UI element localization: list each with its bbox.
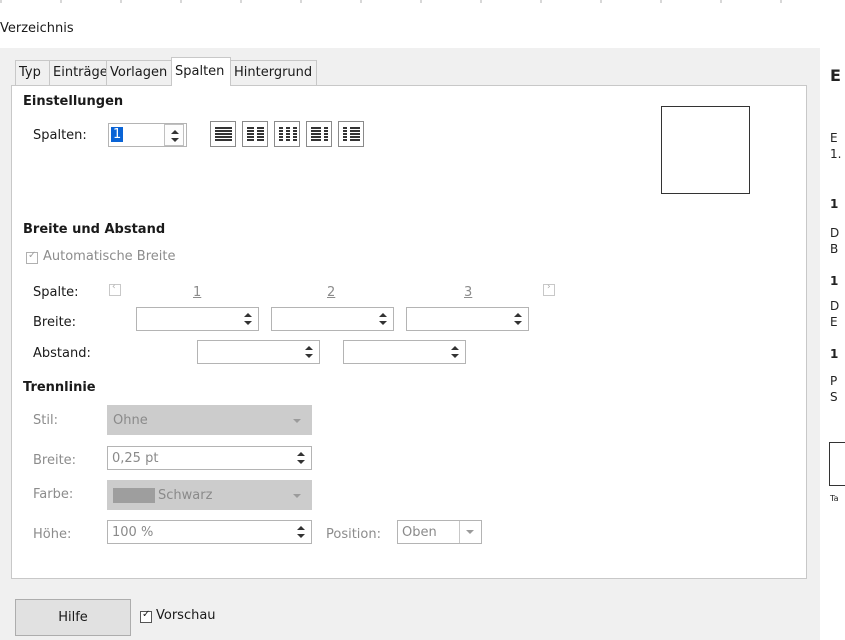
help-button-label: Hilfe xyxy=(58,610,88,625)
doc-fragment: 1. xyxy=(830,147,842,161)
height-spin[interactable] xyxy=(290,521,310,543)
dialog-title: Verzeichnis xyxy=(0,21,74,36)
three-columns-icon[interactable] xyxy=(274,121,300,147)
columns-spinfield[interactable]: 1 xyxy=(108,123,187,147)
doc-fragment: B xyxy=(830,242,839,256)
tab-label: Spalten xyxy=(175,64,225,79)
preview-checkbox[interactable]: ✓ xyxy=(140,609,152,623)
columns-label: Spalten: xyxy=(33,128,87,143)
position-value: Oben xyxy=(402,525,437,540)
doc-table-box xyxy=(829,442,845,486)
auto-width-label: Automatische Breite xyxy=(43,249,176,264)
width-row-label: Breite: xyxy=(33,315,77,330)
spacing-2-spin[interactable] xyxy=(444,341,464,363)
doc-fragment: 1 xyxy=(830,197,839,211)
doc-fragment: D xyxy=(830,299,840,313)
background-document: E E 1. 1 D B 1 D E 1 P S Ta xyxy=(820,0,845,640)
width-col2-spin[interactable] xyxy=(372,308,392,330)
ruler-strip xyxy=(0,0,820,3)
separator-width-field[interactable]: 0,25 pt xyxy=(107,446,312,470)
tab-label: Einträge xyxy=(53,65,108,80)
tab-label: Vorlagen xyxy=(110,65,168,80)
preview-label: Vorschau xyxy=(156,608,216,623)
style-label: Stil: xyxy=(33,413,58,428)
doc-fragment: E xyxy=(830,66,841,85)
section-heading-trennlinie: Trennlinie xyxy=(23,380,96,395)
position-label: Position: xyxy=(326,527,381,542)
column-number-3: 3 xyxy=(464,285,473,300)
color-label: Farbe: xyxy=(33,487,74,502)
one-column-icon[interactable] xyxy=(210,121,236,147)
spacing-field-1[interactable] xyxy=(197,340,320,364)
columns-value[interactable]: 1 xyxy=(111,127,124,142)
chevron-down-icon xyxy=(293,419,301,423)
chevron-down-icon xyxy=(293,494,301,498)
column-scroll-left-button[interactable]: ‹ xyxy=(109,282,121,296)
separator-width-value: 0,25 pt xyxy=(112,451,159,466)
width-field-col3[interactable] xyxy=(406,307,529,331)
check-mark-icon: ✓ xyxy=(28,250,37,261)
chevron-down-icon xyxy=(466,530,474,534)
separator-width-spin[interactable] xyxy=(290,447,310,469)
column-label: Spalte: xyxy=(33,285,79,300)
doc-fragment: E xyxy=(830,131,838,145)
style-dropdown[interactable]: Ohne xyxy=(107,405,312,435)
doc-fragment: E xyxy=(830,315,838,329)
tab-hintergrund[interactable]: Hintergrund xyxy=(230,60,317,85)
width-field-col1[interactable] xyxy=(136,307,259,331)
doc-fragment: 1 xyxy=(830,274,839,288)
columns-spin-button[interactable] xyxy=(164,124,184,146)
column-number-1: 1 xyxy=(193,285,202,300)
color-dropdown[interactable]: Schwarz xyxy=(107,480,312,510)
position-dropdown[interactable]: Oben xyxy=(397,520,482,544)
tab-label: Hintergrund xyxy=(234,65,313,80)
tab-label: Typ xyxy=(19,65,41,80)
doc-fragment: Ta xyxy=(830,494,839,503)
column-number-2: 2 xyxy=(327,285,336,300)
doc-fragment: D xyxy=(830,226,840,240)
width-field-col2[interactable] xyxy=(271,307,394,331)
two-columns-icon[interactable] xyxy=(242,121,268,147)
width-col3-spin[interactable] xyxy=(507,308,527,330)
color-value: Schwarz xyxy=(158,488,213,503)
tab-spalten[interactable]: Spalten xyxy=(171,57,231,86)
help-button[interactable]: Hilfe xyxy=(15,599,131,636)
color-swatch xyxy=(113,488,155,503)
spacing-1-spin[interactable] xyxy=(298,341,318,363)
tab-vorlagen[interactable]: Vorlagen xyxy=(106,60,172,85)
doc-fragment: P xyxy=(830,374,838,388)
dialog-titlebar: Verzeichnis xyxy=(0,0,820,48)
style-value: Ohne xyxy=(113,413,148,428)
width-col1-spin[interactable] xyxy=(237,308,257,330)
spacing-field-2[interactable] xyxy=(343,340,466,364)
spacing-row-label: Abstand: xyxy=(33,346,91,361)
separator-width-label: Breite: xyxy=(33,453,77,468)
check-mark-icon: ✓ xyxy=(142,609,151,620)
doc-fragment: S xyxy=(830,390,838,404)
height-label: Höhe: xyxy=(33,527,72,542)
two-columns-right-wide-icon[interactable] xyxy=(338,121,364,147)
auto-width-checkbox[interactable]: ✓ xyxy=(26,250,38,264)
two-columns-left-wide-icon[interactable] xyxy=(306,121,332,147)
tab-typ[interactable]: Typ xyxy=(15,60,50,85)
height-value: 100 % xyxy=(112,525,154,540)
chevron-right-icon: › xyxy=(547,282,551,292)
height-field[interactable]: 100 % xyxy=(107,520,312,544)
position-dropdown-button[interactable] xyxy=(459,521,481,543)
chevron-left-icon: ‹ xyxy=(112,282,116,292)
tab-eintraege[interactable]: Einträge xyxy=(49,60,108,85)
section-heading-einstellungen: Einstellungen xyxy=(23,94,124,109)
section-heading-breite-abstand: Breite und Abstand xyxy=(23,222,166,237)
doc-fragment: 1 xyxy=(830,347,839,361)
column-preview-box xyxy=(661,106,750,194)
column-scroll-right-button[interactable]: › xyxy=(543,282,555,296)
